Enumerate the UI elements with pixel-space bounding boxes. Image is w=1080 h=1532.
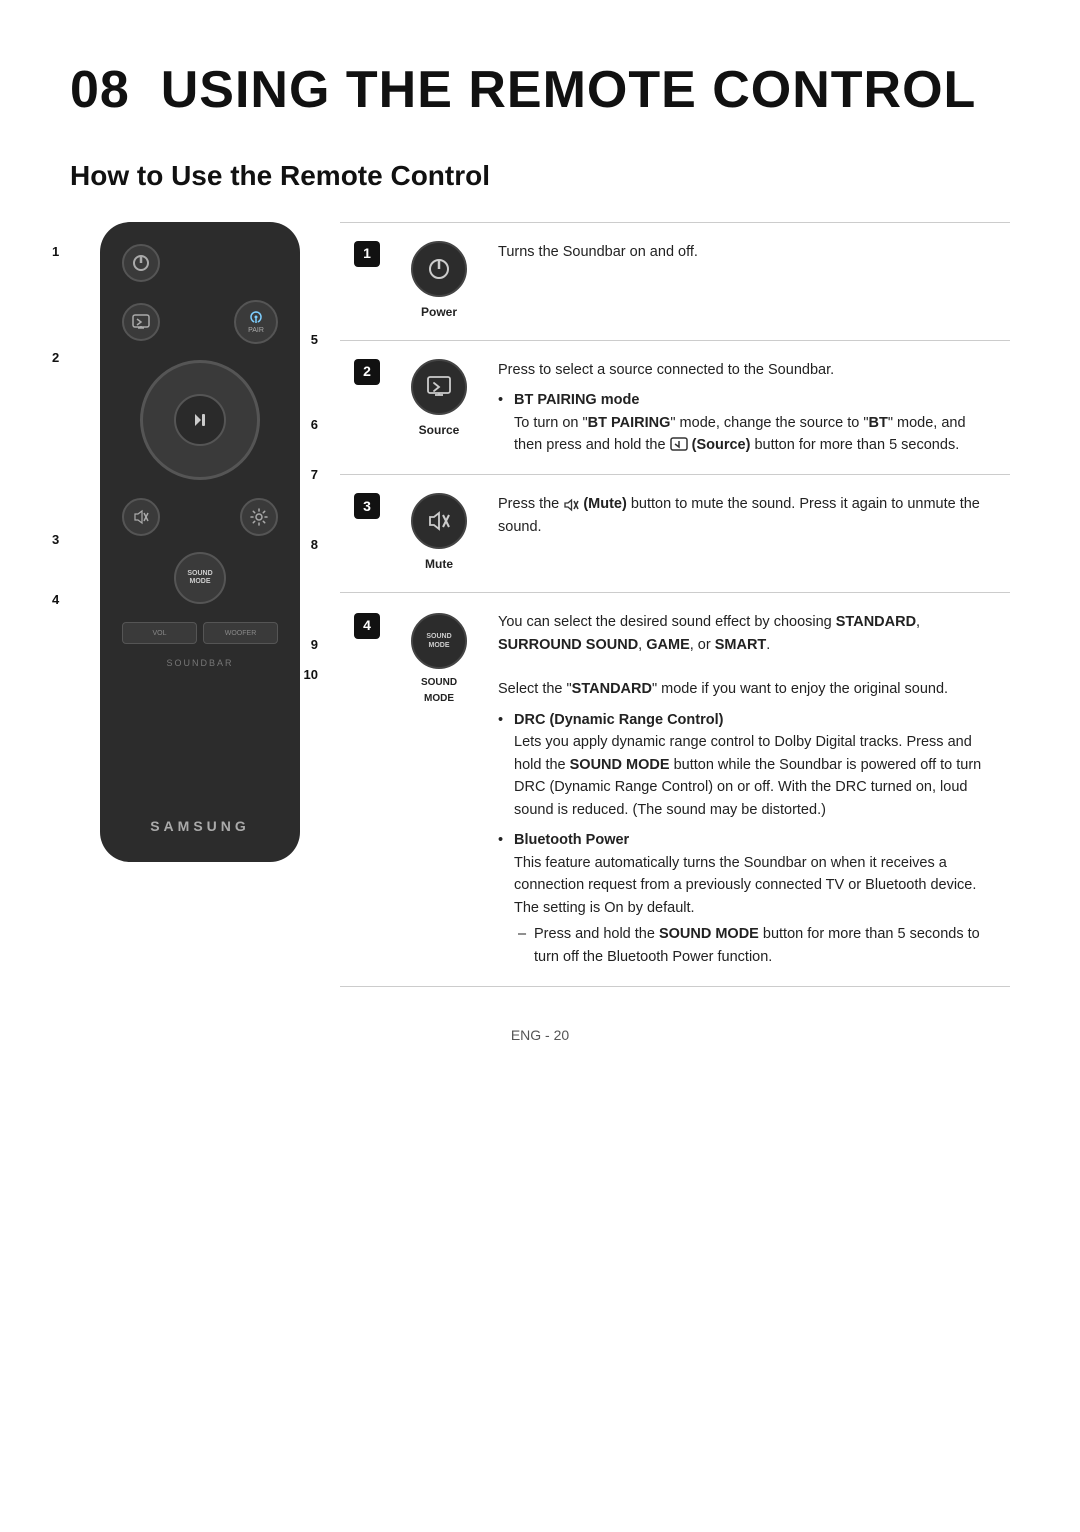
mute-icon [411, 493, 467, 549]
woofer-slider[interactable]: WOOFER [203, 622, 278, 644]
sound-mode-area: SOUNDMODE [174, 552, 226, 604]
power-button[interactable] [122, 244, 160, 282]
num-cell-3: 3 [340, 475, 394, 593]
icon-cell-sound-mode: SOUNDMODE SOUND MODE [394, 593, 484, 987]
soundbar-label: SOUNDBAR [166, 658, 233, 668]
nav-area [140, 360, 260, 480]
num-cell-4: 4 [340, 593, 394, 987]
source-pair-row: PAIR [118, 300, 282, 344]
mute-button[interactable] [122, 498, 160, 536]
pair-button[interactable]: PAIR [234, 300, 278, 344]
icon-cell-power: Power [394, 223, 484, 341]
mute-settings-row [118, 498, 282, 536]
remote-label-6: 6 [311, 417, 318, 432]
icon-cell-source: Source [394, 340, 484, 475]
remote-label-5: 5 [311, 332, 318, 347]
badge-3: 3 [354, 493, 380, 519]
table-row-mute: 3 Mute Press the (Mute) button [340, 475, 1010, 593]
sound-mode-sub-bullet-1: Press and hold the SOUND MODE button for… [514, 923, 996, 968]
remote-body: PAIR [100, 222, 300, 862]
table-row-sound-mode: 4 SOUNDMODE SOUND MODE You can select th… [340, 593, 1010, 987]
desc-cell-sound-mode: You can select the desired sound effect … [484, 593, 1010, 987]
power-label: Power [408, 303, 470, 322]
main-layout: 1 2 3 4 5 6 7 8 9 10 [70, 222, 1010, 987]
badge-4: 4 [354, 613, 380, 639]
power-row [118, 244, 282, 282]
sound-mode-button[interactable]: SOUNDMODE [174, 552, 226, 604]
source-bullet-1: BT PAIRING mode To turn on "BT PAIRING" … [498, 389, 996, 456]
sound-mode-icon: SOUNDMODE [411, 613, 467, 669]
sound-mode-bullet-2: Bluetooth Power This feature automatical… [498, 829, 996, 968]
sound-mode-bullet-1: DRC (Dynamic Range Control) Lets you app… [498, 709, 996, 821]
page-title: 08 USING THE REMOTE CONTROL [70, 60, 1010, 120]
remote-label-7: 7 [311, 467, 318, 482]
badge-2: 2 [354, 359, 380, 385]
nav-ring[interactable] [140, 360, 260, 480]
info-table: 1 Power Turns the Soundbar on and off. [340, 222, 1010, 987]
power-icon [411, 241, 467, 297]
source-button[interactable] [122, 303, 160, 341]
play-pause-button[interactable] [174, 394, 226, 446]
samsung-label: SAMSUNG [150, 798, 250, 834]
vol-slider[interactable]: VOL [122, 622, 197, 644]
table-row-source: 2 Source Press to select a source co [340, 340, 1010, 475]
badge-1: 1 [354, 241, 380, 267]
title-text: USING THE REMOTE CONTROL [161, 61, 977, 119]
remote-label-3: 3 [52, 532, 59, 547]
vol-label: VOL [152, 630, 166, 637]
icon-cell-mute: Mute [394, 475, 484, 593]
desc-cell-source: Press to select a source connected to th… [484, 340, 1010, 475]
remote-label-8: 8 [311, 537, 318, 552]
desc-cell-mute: Press the (Mute) button to mute the soun… [484, 475, 1010, 593]
num-cell-2: 2 [340, 340, 394, 475]
remote-label-4: 4 [52, 592, 59, 607]
mute-label: Mute [408, 555, 470, 574]
source-label: Source [408, 421, 470, 440]
table-row-power: 1 Power Turns the Soundbar on and off. [340, 223, 1010, 341]
slider-row: VOL WOOFER [118, 622, 282, 644]
remote-label-9: 9 [311, 637, 318, 652]
sound-mode-button-label: SOUND MODE [408, 675, 470, 706]
button-table: 1 Power Turns the Soundbar on and off. [340, 222, 1010, 987]
remote-label-2: 2 [52, 350, 59, 365]
num-cell-1: 1 [340, 223, 394, 341]
source-icon [411, 359, 467, 415]
woofer-label: WOOFER [225, 630, 257, 637]
pair-label: PAIR [248, 327, 264, 334]
chapter-number: 08 [70, 61, 130, 119]
section-title: How to Use the Remote Control [70, 160, 1010, 192]
remote-label-10: 10 [304, 667, 318, 682]
sound-mode-icon-label: SOUNDMODE [426, 632, 451, 650]
sound-mode-label: SOUNDMODE [187, 570, 212, 587]
desc-cell-power: Turns the Soundbar on and off. [484, 223, 1010, 341]
settings-button[interactable] [240, 498, 278, 536]
remote-wrapper: 1 2 3 4 5 6 7 8 9 10 [70, 222, 300, 862]
page-number: ENG - 20 [70, 1027, 1010, 1043]
remote-label-1: 1 [52, 244, 59, 259]
